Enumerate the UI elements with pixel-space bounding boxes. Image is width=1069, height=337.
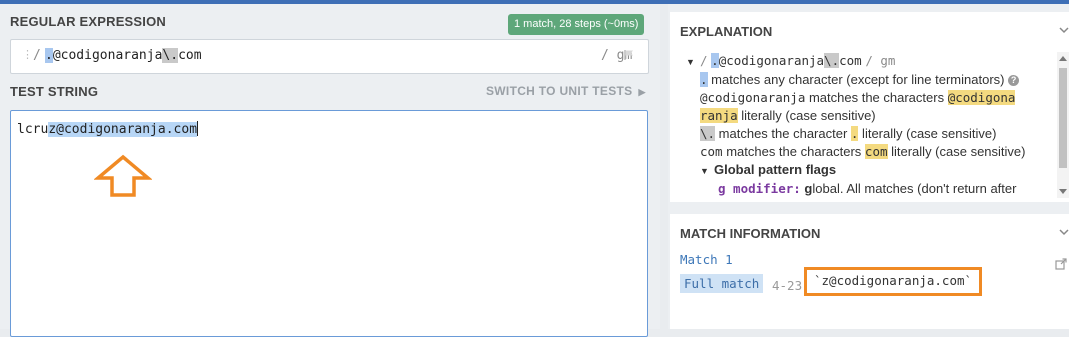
explanation-tail-tail: literally (case sensitive) xyxy=(887,144,1026,159)
global-flags-heading: Global pattern flags xyxy=(714,162,837,177)
sidebar-column: EXPLANATION ▼ / .@codigonaranja\.com / gm… xyxy=(668,4,1069,329)
match-range: 4-23 xyxy=(772,278,803,293)
explanation-panel: EXPLANATION ▼ / .@codigonaranja\.com / gm… xyxy=(670,12,1069,202)
explanation-dot-text: matches any character (except for line t… xyxy=(707,72,1005,87)
summary-open-delimiter: / xyxy=(700,53,708,68)
token-literal: @codigonaranja xyxy=(700,90,806,105)
test-string-editor[interactable]: lcruz@codigonaranja.com xyxy=(10,110,648,337)
regex-token-literal: @codigonaranja xyxy=(52,48,163,63)
switch-unit-tests-label: SWITCH TO UNIT TESTS xyxy=(486,84,633,98)
regex-section-title: REGULAR EXPRESSION xyxy=(10,14,167,29)
token-escape: \. xyxy=(700,126,716,141)
triangle-down-icon[interactable]: ▼ xyxy=(700,162,714,180)
explanation-line-dot: . matches any character (except for line… xyxy=(686,71,1060,89)
match-information-panel: MATCH INFORMATION Match 1 Full match 4-2… xyxy=(670,214,1069,329)
test-text-unmatched: lcru xyxy=(17,122,49,137)
summary-flags: / gm xyxy=(865,53,896,68)
explanation-line-escape: \. matches the character . literally (ca… xyxy=(686,125,1060,143)
literal-highlight-b: ranja xyxy=(700,108,738,123)
explanation-literal-text: matches the characters xyxy=(805,90,948,105)
explanation-scrollbar[interactable] xyxy=(1057,52,1069,198)
summary-token-tail: com xyxy=(839,53,862,68)
regex-token-escape: \. xyxy=(162,48,179,63)
match-label: Match 1 xyxy=(680,252,733,267)
explanation-tree: ▼ / .@codigonaranja\.com / gm . matches a… xyxy=(686,52,1060,196)
regex-token-dot: . xyxy=(45,48,53,63)
caret-right-icon: ▶ xyxy=(638,87,646,97)
summary-token-literal: @codigonaranja xyxy=(718,53,825,68)
match-value: `z@codigonaranja.com` xyxy=(804,267,982,296)
literal-highlight-a: @codigona xyxy=(947,90,1016,105)
test-section-title: TEST STRING xyxy=(10,84,99,99)
test-text-match: z@codigonaranja.com xyxy=(48,122,198,137)
regex-token-tail: com xyxy=(178,48,202,63)
explanation-escape-text: matches the character xyxy=(715,126,851,141)
text-caret xyxy=(197,121,199,136)
triangle-down-icon[interactable]: ▼ xyxy=(686,53,700,71)
arrow-up-icon xyxy=(94,154,152,197)
scroll-down-icon[interactable] xyxy=(1059,189,1067,194)
match-info-title: MATCH INFORMATION xyxy=(680,226,821,241)
scroll-thumb[interactable] xyxy=(1059,68,1067,168)
match-count-badge: 1 match, 28 steps (~0ms) xyxy=(508,14,645,35)
explanation-literal-tail: literally (case sensitive) xyxy=(737,108,876,123)
drag-grip-icon[interactable]: ⋮ xyxy=(22,48,33,61)
token-dot: . xyxy=(700,72,708,87)
explanation-summary-row[interactable]: ▼ / .@codigonaranja\.com / gm xyxy=(686,52,1060,71)
token-tail: com xyxy=(700,144,723,159)
export-icon[interactable] xyxy=(1055,258,1067,270)
summary-token-escape: \. xyxy=(824,53,840,68)
tail-highlight: com xyxy=(864,144,888,159)
regex-open-delimiter: / xyxy=(33,48,41,63)
scroll-up-icon[interactable] xyxy=(1059,56,1067,61)
explanation-tail-text: matches the characters xyxy=(722,144,865,159)
full-match-row: Full match xyxy=(680,274,764,293)
explanation-escape-tail: literally (case sensitive) xyxy=(858,126,997,141)
regex-input[interactable]: ⋮ / .@codigonaranja\.com / gm xyxy=(10,39,649,74)
regex-pattern[interactable]: .@codigonaranja\.com xyxy=(45,48,202,63)
flag-g-code: g modifier: xyxy=(718,181,801,196)
flag-g-row: g modifier: global. All matches (don't r… xyxy=(686,180,1060,196)
explanation-line-tail: com matches the characters com literally… xyxy=(686,143,1060,161)
chevron-down-icon[interactable] xyxy=(1059,228,1069,236)
test-string-text[interactable]: lcruz@codigonaranja.com xyxy=(17,121,199,137)
full-match-label: Full match xyxy=(680,274,764,293)
editor-column: REGULAR EXPRESSION 1 match, 28 steps (~0… xyxy=(0,4,660,337)
explanation-title: EXPLANATION xyxy=(680,24,773,39)
switch-unit-tests-button[interactable]: SWITCH TO UNIT TESTS ▶ xyxy=(486,84,646,98)
help-icon[interactable]: ? xyxy=(1008,75,1020,86)
explanation-line-literal: @codigonaranja matches the characters @c… xyxy=(686,89,1060,125)
global-flags-row[interactable]: ▼ Global pattern flags xyxy=(686,161,1060,180)
flag-icon[interactable] xyxy=(623,49,635,61)
summary-token-dot: . xyxy=(711,53,719,68)
chevron-down-icon[interactable] xyxy=(1059,26,1069,34)
flag-g-text: lobal. All matches (don't return after xyxy=(812,181,1017,196)
